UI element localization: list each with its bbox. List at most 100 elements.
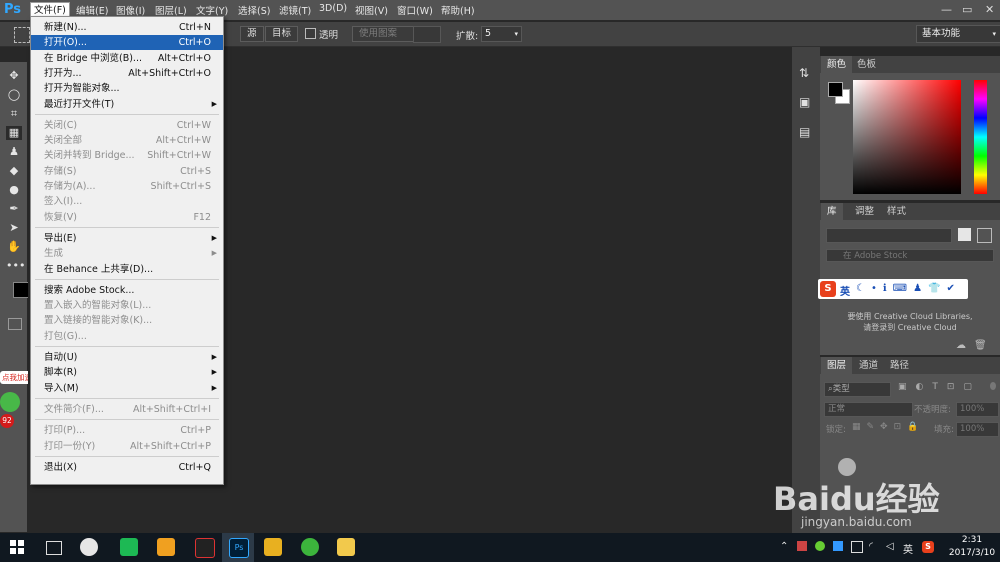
menu-view[interactable]: 视图(V)	[355, 3, 388, 17]
task-view-icon[interactable]	[46, 541, 62, 555]
sogou-tray-icon[interactable]: S	[922, 541, 934, 553]
foreground-color-swatch[interactable]	[13, 282, 29, 298]
tab-layers[interactable]: 图层	[821, 357, 853, 374]
windows-start-icon[interactable]	[10, 540, 24, 554]
menu-item-label: 新建(N)...	[44, 22, 87, 33]
menu-filter[interactable]: 滤镜(T)	[279, 3, 311, 17]
trash-icon[interactable]: 🗑	[974, 340, 987, 351]
iqiyi-icon[interactable]	[120, 538, 138, 556]
tab-swatches[interactable]: 色板	[851, 56, 882, 73]
close-button[interactable]: ✕	[985, 3, 994, 16]
file-menu-item[interactable]: 脚本(R) ▶	[31, 365, 223, 380]
lock-icons[interactable]: ▦✎✥⊡🔒	[852, 422, 924, 432]
menu-edit[interactable]: 编辑(E)	[76, 3, 108, 17]
qq-icon[interactable]	[195, 538, 215, 558]
patch-tool-selected-icon[interactable]: ▦	[6, 126, 22, 140]
taskbar-ime-label[interactable]: 英	[903, 541, 913, 556]
file-menu-item[interactable]: 新建(N)... Ctrl+N	[31, 20, 223, 35]
tab-adjustments[interactable]: 调整	[849, 203, 880, 220]
ime-lang-label[interactable]: 英	[840, 283, 850, 298]
security-shield-icon[interactable]	[833, 541, 843, 551]
file-menu-item[interactable]: 导出(E) ▶	[31, 231, 223, 246]
file-menu-item[interactable]: 打开为智能对象...	[31, 81, 223, 96]
menu-image[interactable]: 图像(I)	[116, 3, 145, 17]
file-menu-item[interactable]: 在 Bridge 中浏览(B)... Alt+Ctrl+O	[31, 51, 223, 66]
hue-slider[interactable]	[974, 80, 987, 194]
minimize-button[interactable]: —	[941, 3, 952, 16]
ime-tool-icons[interactable]: ☾•ℹ⌨♟👕✔	[856, 283, 961, 294]
tab-styles[interactable]: 样式	[881, 203, 912, 220]
tab-channels[interactable]: 通道	[853, 357, 884, 374]
target-button[interactable]: 目标	[265, 26, 299, 42]
hand-tool-icon[interactable]: ✋	[6, 240, 22, 254]
clock-time[interactable]: 2:31	[952, 535, 992, 545]
submenu-arrow-icon: ▶	[211, 99, 217, 108]
tab-color[interactable]: 颜色	[821, 56, 853, 73]
file-menu-item[interactable]: 打开(O)... Ctrl+O	[31, 35, 223, 51]
list-view-icon[interactable]	[977, 228, 992, 243]
source-button[interactable]: 源	[240, 26, 264, 42]
menu-3d[interactable]: 3D(D)	[319, 3, 347, 17]
blend-mode-select[interactable]: 正常	[824, 402, 913, 417]
grid-view-icon[interactable]	[958, 228, 971, 241]
spread-select[interactable]: 5 ▾	[481, 26, 522, 42]
stamp-tool-icon[interactable]: ♟	[6, 145, 22, 159]
file-menu-item[interactable]: 最近打开文件(T) ▶	[31, 97, 223, 112]
opacity-input[interactable]: 100%	[956, 402, 999, 417]
more-tools-icon[interactable]: •••	[6, 259, 25, 273]
properties-panel-icon[interactable]: ▣	[799, 95, 810, 109]
color-picker-field[interactable]	[853, 80, 961, 194]
tray-green-icon[interactable]	[815, 541, 825, 551]
menu-select[interactable]: 选择(S)	[238, 3, 270, 17]
app-green-icon[interactable]	[301, 538, 319, 556]
eraser-tool-icon[interactable]: ◆	[6, 164, 22, 178]
filter-toggle-icon[interactable]	[990, 382, 996, 390]
pen-tool-icon[interactable]: ✒	[6, 202, 22, 216]
tab-paths[interactable]: 路径	[884, 357, 915, 374]
move-tool-icon[interactable]: ✥	[6, 69, 22, 83]
menu-help[interactable]: 帮助(H)	[441, 3, 475, 17]
tray-window-icon[interactable]	[851, 541, 863, 553]
file-menu-item[interactable]: 导入(M) ▶	[31, 381, 223, 396]
fill-input[interactable]: 100%	[956, 422, 999, 437]
workspace-select[interactable]: 基本功能 ▾	[916, 25, 1000, 43]
quick-mask-icon[interactable]	[8, 318, 22, 330]
use-pattern-button[interactable]: 使用图案	[352, 26, 416, 42]
file-menu-item[interactable]: 在 Behance 上共享(D)...	[31, 262, 223, 277]
file-menu-item[interactable]: 搜索 Adobe Stock...	[31, 283, 223, 298]
photoshop-taskbar-icon[interactable]: Ps	[229, 538, 249, 558]
history-panel-icon[interactable]: ⇅	[799, 66, 809, 80]
file-menu-item[interactable]: 自动(U) ▶	[31, 350, 223, 365]
foreground-swatch[interactable]	[828, 82, 843, 97]
app-eye-icon[interactable]	[264, 538, 282, 556]
clock-date[interactable]: 2017/3/10	[944, 548, 1000, 558]
file-explorer-icon[interactable]	[337, 538, 355, 556]
tray-app-icon[interactable]	[797, 541, 807, 551]
menu-type[interactable]: 文字(Y)	[196, 3, 228, 17]
pattern-picker[interactable]	[413, 26, 441, 43]
actions-panel-icon[interactable]: ▤	[799, 125, 810, 139]
tray-expand-icon[interactable]: ⌃	[780, 541, 788, 552]
wifi-icon[interactable]: ◜	[869, 541, 873, 552]
app-fan-icon[interactable]	[80, 538, 98, 556]
restore-button[interactable]: ▭	[962, 3, 972, 16]
tab-libraries[interactable]: 库	[821, 203, 843, 220]
library-select[interactable]	[826, 228, 952, 243]
volume-icon[interactable]: ◁	[886, 541, 894, 552]
transparent-checkbox[interactable]	[305, 28, 316, 39]
cloud-sync-icon[interactable]: ☁	[956, 340, 966, 351]
path-select-tool-icon[interactable]: ➤	[6, 221, 22, 235]
blur-tool-icon[interactable]: ●	[6, 183, 22, 197]
file-menu-item[interactable]: 打开为... Alt+Shift+Ctrl+O	[31, 66, 223, 81]
chevron-down-icon: ▾	[514, 30, 518, 38]
layer-filter-select[interactable]: ⌕类型	[824, 382, 891, 397]
patch-tool-icon[interactable]	[14, 27, 30, 43]
app-package-icon[interactable]	[157, 538, 175, 556]
lasso-tool-icon[interactable]: ◯	[6, 88, 22, 102]
menu-window[interactable]: 窗口(W)	[397, 3, 433, 17]
file-menu-item[interactable]: 退出(X) Ctrl+Q	[31, 460, 223, 475]
menu-layer[interactable]: 图层(L)	[155, 3, 187, 17]
layer-filter-icons[interactable]: ▣◐T⊡▢	[898, 382, 981, 392]
crop-tool-icon[interactable]: ⌗	[6, 107, 22, 121]
library-search-input[interactable]: 在 Adobe Stock	[826, 249, 994, 262]
